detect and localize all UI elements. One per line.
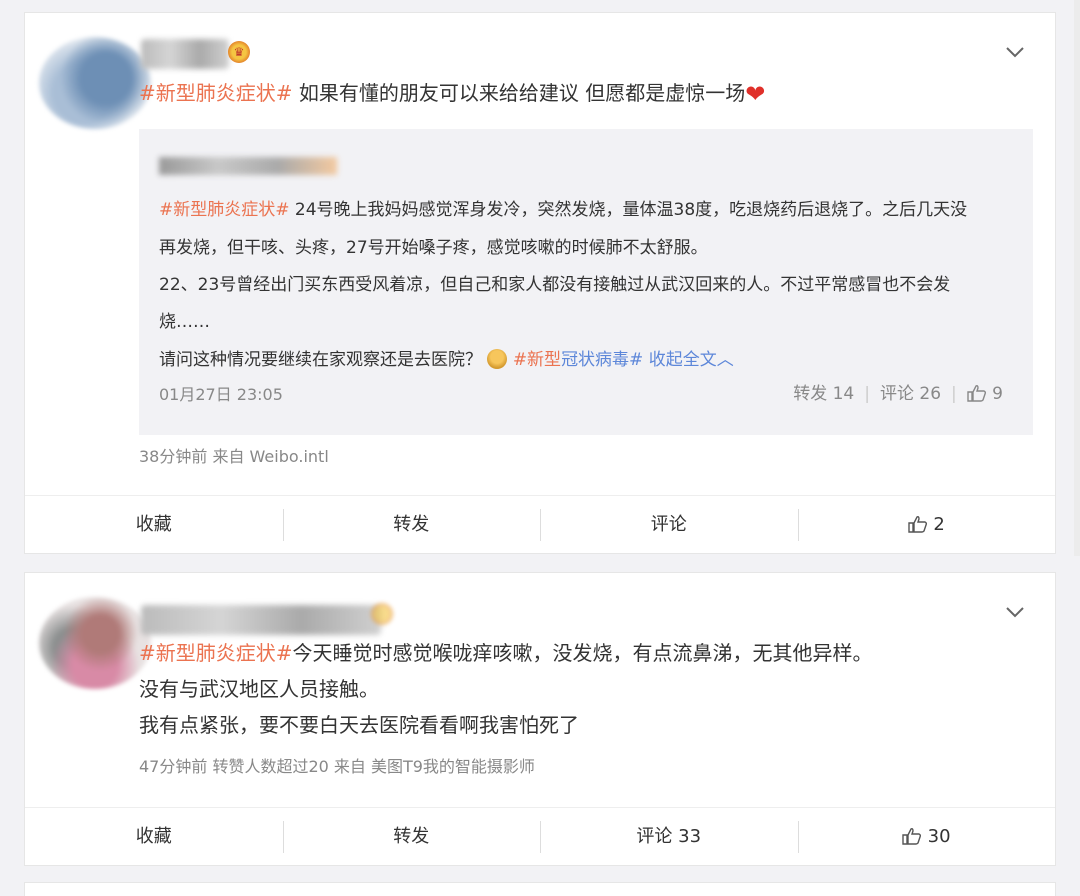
hashtag-link[interactable]: #新型肺炎症状#	[159, 200, 290, 220]
username-blurred[interactable]	[141, 605, 381, 635]
comment-count[interactable]: 评论 26	[880, 384, 941, 404]
weibo-post-partial	[24, 882, 1056, 896]
avatar[interactable]	[39, 597, 151, 689]
hashtag-link[interactable]: 冠状病毒#	[561, 350, 643, 370]
favorite-button[interactable]: 收藏	[25, 496, 283, 553]
repost-count[interactable]: 转发 14	[793, 384, 854, 404]
post-text: 没有与武汉地区人员接触。	[139, 677, 379, 701]
repost-text: 请问这种情况要继续在家观察还是去医院？	[159, 350, 482, 370]
collapse-link[interactable]: 收起全文︿	[649, 350, 734, 370]
hashtag-link[interactable]: #新型肺炎症状#	[139, 641, 293, 665]
like-button[interactable]: 30	[797, 808, 1056, 865]
vip-crown-icon: ♛	[228, 41, 250, 63]
emoji-icon	[487, 349, 508, 369]
repost-text-line: 再发烧，但干咳、头疼，27号开始嗓子疼，感觉咳嗽的时候肺不太舒服。	[159, 238, 708, 258]
like-count: 9	[992, 384, 1003, 404]
post-text: 我有点紧张，要不要白天去医院看看啊我害怕死了	[139, 713, 579, 737]
post-meta: 38分钟前 来自 Weibo.intl	[139, 447, 329, 466]
post-body: 如果有懂的朋友可以来给给建议 但愿都是虚惊一场	[292, 81, 746, 105]
repost-text-line: 22、23号曾经出门买东西受风着凉，但自己和家人都没有接触过从武汉回来的人。不过…	[159, 275, 951, 295]
chevron-up-icon: ︿	[716, 350, 734, 370]
thumb-up-icon	[967, 385, 986, 402]
post-text: #新型肺炎症状#今天睡觉时感觉喉咙痒咳嗽，没发烧，有点流鼻涕，无其他异样。	[139, 637, 873, 669]
hashtag-link[interactable]: #新型	[513, 350, 561, 370]
username-blurred[interactable]	[141, 39, 229, 69]
collapse-label: 收起全文	[648, 350, 717, 370]
like-count: 2	[933, 514, 945, 535]
hashtag-link[interactable]: #新型肺炎症状#	[139, 81, 293, 105]
repost-author-blurred[interactable]	[159, 157, 337, 175]
favorite-button[interactable]: 收藏	[25, 808, 283, 865]
repost-button[interactable]: 转发	[282, 496, 541, 553]
repost-text: 24号晚上我妈妈感觉浑身发冷，突然发烧，量体温38度，吃退烧药后退烧了。之后几天…	[289, 200, 968, 220]
comment-button[interactable]: 评论	[540, 496, 798, 553]
action-bar: 收藏 转发 评论 2	[25, 495, 1055, 553]
repost-text-line: #新型肺炎症状# 24号晚上我妈妈感觉浑身发冷，突然发烧，量体温38度，吃退烧药…	[159, 195, 967, 220]
avatar[interactable]	[39, 37, 151, 129]
repost-text-line: 烧……	[159, 312, 210, 332]
repost-timestamp[interactable]: 01月27日 23:05	[159, 381, 283, 405]
chevron-down-icon[interactable]	[1005, 603, 1029, 627]
weibo-post: #新型肺炎症状#今天睡觉时感觉喉咙痒咳嗽，没发烧，有点流鼻涕，无其他异样。 没有…	[24, 572, 1056, 866]
post-text: #新型肺炎症状# 如果有懂的朋友可以来给给建议 但愿都是虚惊一场❤	[139, 77, 765, 110]
thumb-up-icon	[907, 516, 927, 533]
repost-button[interactable]: 转发	[282, 808, 541, 865]
repost-text-line: 请问这种情况要继续在家观察还是去医院？ #新型冠状病毒# 收起全文︿	[159, 345, 734, 370]
like-button[interactable]: 2	[797, 496, 1056, 553]
heart-icon: ❤	[745, 80, 766, 108]
reposted-content[interactable]: #新型肺炎症状# 24号晚上我妈妈感觉浑身发冷，突然发烧，量体温38度，吃退烧药…	[139, 129, 1033, 435]
weibo-post: ♛ #新型肺炎症状# 如果有懂的朋友可以来给给建议 但愿都是虚惊一场❤ #新型肺…	[24, 12, 1056, 554]
scrollbar[interactable]	[1074, 0, 1080, 556]
thumb-up-icon	[902, 828, 921, 845]
like-count: 30	[927, 826, 951, 847]
action-bar: 收藏 转发 评论 33 30	[25, 807, 1055, 865]
chevron-down-icon[interactable]	[1005, 43, 1029, 67]
repost-stats: 转发 14 | 评论 26 | 9	[793, 384, 1003, 404]
like-button[interactable]: 9	[967, 384, 1003, 404]
post-meta: 47分钟前 转赞人数超过20 来自 美图T9我的智能摄影师	[139, 757, 535, 776]
comment-button[interactable]: 评论 33	[540, 808, 798, 865]
vip-crown-icon	[371, 603, 393, 625]
post-body: 今天睡觉时感觉喉咙痒咳嗽，没发烧，有点流鼻涕，无其他异样。	[292, 641, 873, 665]
